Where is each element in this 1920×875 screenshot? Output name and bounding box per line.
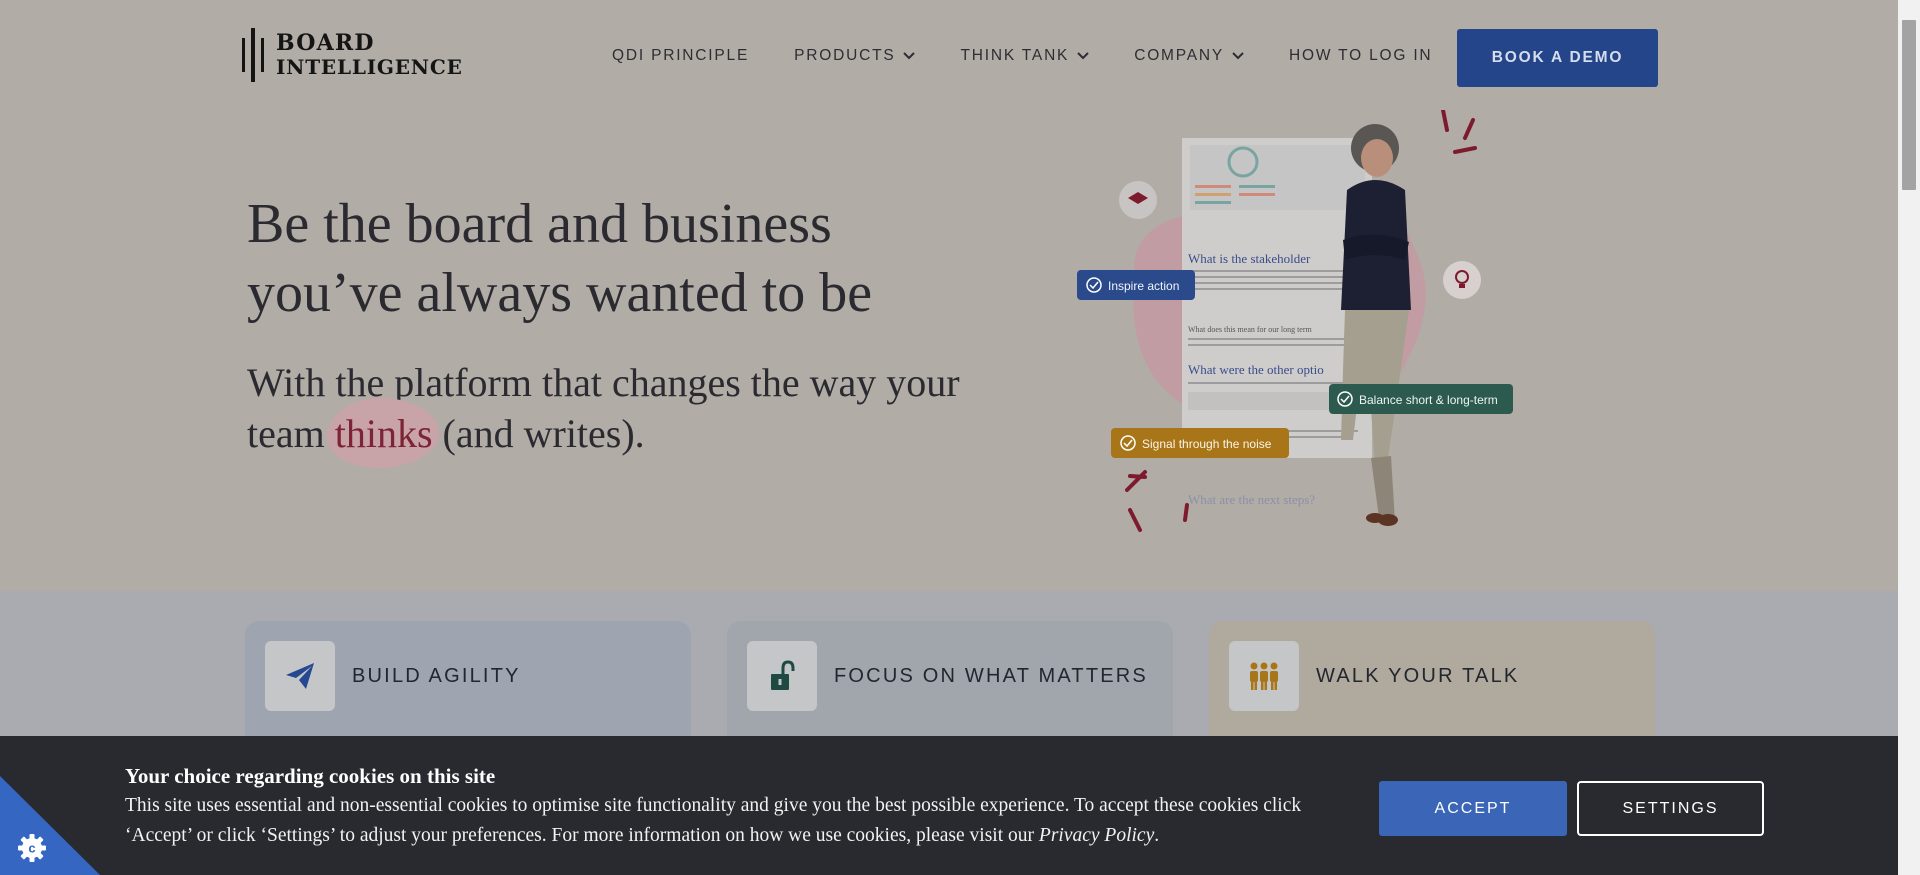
chevron-down-icon — [903, 52, 916, 60]
cookie-text-end: . — [1154, 825, 1160, 846]
logo-mark-icon — [242, 28, 264, 82]
people-icon — [1250, 662, 1278, 690]
logo-line-1: BOARD — [276, 30, 375, 56]
svg-text:Balance short & long-term: Balance short & long-term — [1359, 393, 1498, 407]
brand-logo[interactable]: BOARD INTELLIGENCE — [240, 28, 463, 82]
paper-plane-icon — [286, 663, 314, 689]
chevron-down-icon — [1077, 52, 1089, 60]
logo-line-2: INTELLIGENCE — [276, 55, 463, 79]
logo-wordmark: BOARD INTELLIGENCE — [276, 31, 463, 79]
cookie-description: This site uses essential and non-essenti… — [125, 791, 1305, 851]
page-scrollbar[interactable] — [1898, 0, 1920, 875]
hero-section: BOARD INTELLIGENCE QDI PRINCIPLE PRODUCT… — [0, 0, 1898, 591]
nav-label: HOW TO LOG IN — [1289, 47, 1433, 64]
hero-subtitle: With the platform that changes the way y… — [247, 357, 967, 468]
feature-icon-box — [265, 641, 335, 711]
feature-title: BUILD AGILITY — [352, 665, 521, 687]
doc-heading: What were the other optio — [1188, 362, 1324, 377]
svg-text:Signal through the noise: Signal through the noise — [1142, 437, 1272, 451]
feature-icon-box — [1229, 641, 1299, 711]
main-nav: QDI PRINCIPLE PRODUCTS THINK TANK COMPAN… — [612, 47, 1432, 65]
nav-item-how-to-log-in[interactable]: HOW TO LOG IN — [1289, 47, 1432, 65]
privacy-policy-link[interactable]: Privacy Policy — [1039, 825, 1154, 846]
nav-item-products[interactable]: PRODUCTS — [794, 47, 916, 65]
book-demo-button[interactable]: BOOK A DEMO — [1457, 29, 1658, 87]
doc-heading: What does this mean for our long term — [1188, 325, 1313, 334]
cookie-banner: Your choice regarding cookies on this si… — [0, 736, 1898, 875]
nav-item-company[interactable]: COMPANY — [1134, 47, 1244, 65]
chevron-down-icon — [1232, 52, 1244, 60]
accept-cookies-button[interactable]: ACCEPT — [1379, 781, 1567, 836]
hero-subtitle-end: (and writes). — [432, 411, 645, 456]
hero-illustration: What is the stakeholder What does this m… — [1077, 110, 1513, 532]
cookie-title: Your choice regarding cookies on this si… — [125, 764, 496, 788]
highlight-text: thinks — [334, 411, 433, 456]
nav-item-think-tank[interactable]: THINK TANK — [960, 47, 1089, 65]
scrollbar-thumb[interactable] — [1902, 20, 1916, 190]
hero-title: Be the board and business you’ve always … — [247, 193, 873, 324]
nav-label: PRODUCTS — [794, 47, 896, 64]
cookie-settings-button[interactable]: SETTINGS — [1577, 781, 1764, 836]
cookie-preferences-toggle[interactable]: c — [0, 776, 100, 875]
feature-title: FOCUS ON WHAT MATTERS — [834, 665, 1148, 687]
doc-heading: What is the stakeholder — [1188, 251, 1311, 266]
nav-label: QDI PRINCIPLE — [612, 47, 750, 64]
cookie-icon: c — [18, 834, 46, 862]
highlighted-word: thinks — [326, 398, 439, 468]
unlock-icon — [771, 660, 795, 690]
feature-icon-box — [747, 641, 817, 711]
svg-text:Inspire action: Inspire action — [1108, 279, 1179, 293]
nav-label: COMPANY — [1134, 47, 1225, 64]
svg-text:c: c — [28, 841, 35, 856]
nav-label: THINK TANK — [960, 47, 1070, 64]
nav-item-qdi-principle[interactable]: QDI PRINCIPLE — [612, 47, 749, 65]
feature-title: WALK YOUR TALK — [1316, 665, 1520, 687]
doc-heading: What are the next steps? — [1188, 492, 1315, 507]
